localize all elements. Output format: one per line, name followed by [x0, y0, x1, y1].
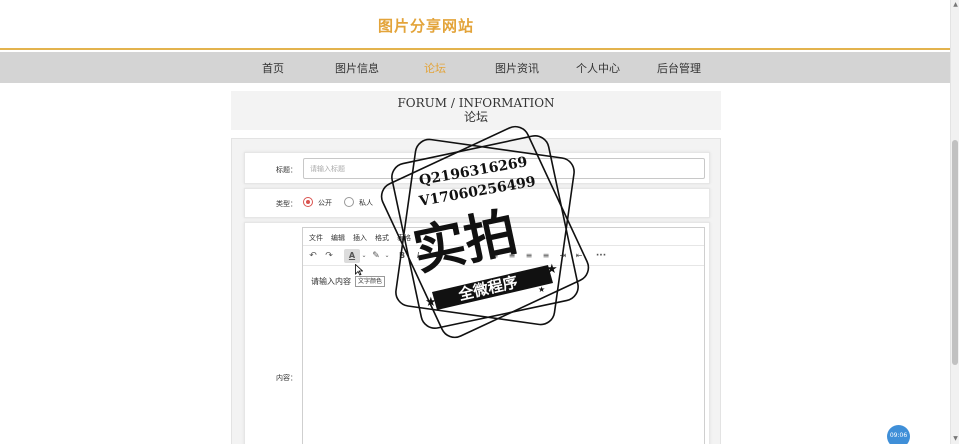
rich-text-editor: 文件 编辑 插入 格式 表格 ↶ ↷ A ⌄ ✎ ⌄ B I ≡ ≡ ≡ ≡ ⇥: [302, 227, 705, 444]
indent-icon[interactable]: ⇥: [557, 249, 569, 263]
align-center-icon[interactable]: ≡: [506, 249, 518, 263]
redo-icon[interactable]: ↷: [323, 249, 335, 263]
editor-toolbar: ↶ ↷ A ⌄ ✎ ⌄ B I ≡ ≡ ≡ ≡ ⇥ ⇤ ···: [303, 246, 704, 266]
chevron-down-icon[interactable]: ⌄: [384, 249, 390, 263]
nav-item-admin[interactable]: 后台管理: [657, 60, 701, 76]
site-header: 图片分享网站: [0, 0, 950, 50]
nav-item-forum[interactable]: 论坛: [424, 60, 446, 76]
section-title-en: FORUM / INFORMATION: [397, 96, 555, 110]
radio-public[interactable]: [303, 197, 313, 207]
clock-badge[interactable]: 09:06: [887, 425, 910, 444]
menu-insert[interactable]: 插入: [353, 233, 367, 243]
menu-format[interactable]: 格式: [375, 233, 389, 243]
editor-placeholder: 请输入内容: [311, 277, 351, 286]
nav-item-home[interactable]: 首页: [262, 60, 284, 76]
type-label: 类型：: [276, 200, 297, 208]
align-right-icon[interactable]: ≡: [523, 249, 535, 263]
type-row: 类型： 公开 私人: [244, 188, 710, 218]
section-title-cn: 论坛: [463, 110, 488, 124]
mouse-cursor-icon: [355, 264, 363, 276]
title-row: 标题：: [244, 152, 710, 184]
menu-edit[interactable]: 编辑: [331, 233, 345, 243]
content-row: 内容： 文件 编辑 插入 格式 表格 ↶ ↷ A ⌄ ✎ ⌄ B I ≡ ≡ ≡: [244, 222, 710, 444]
nav-item-profile[interactable]: 个人中心: [576, 60, 620, 76]
menu-table[interactable]: 表格: [397, 233, 411, 243]
bold-icon[interactable]: B: [397, 249, 407, 263]
page-scrollbar[interactable]: ▲ ▼: [950, 0, 959, 444]
nav-item-pictures[interactable]: 图片信息: [335, 60, 379, 76]
site-title[interactable]: 图片分享网站: [378, 15, 474, 36]
scroll-thumb[interactable]: [952, 140, 958, 365]
title-input[interactable]: [303, 158, 705, 179]
radio-private[interactable]: [344, 197, 354, 207]
forum-post-form: 标题： 类型： 公开 私人 内容： 文件 编辑 插入 格式 表格 ↶ ↷ A ⌄…: [231, 138, 721, 444]
nav-item-news[interactable]: 图片资讯: [495, 60, 539, 76]
nav-bar: 首页 图片信息 论坛 图片资讯 个人中心 后台管理: [0, 52, 950, 83]
italic-icon[interactable]: I: [413, 249, 423, 263]
undo-icon[interactable]: ↶: [307, 249, 319, 263]
scroll-up-arrow-icon[interactable]: ▲: [952, 1, 959, 9]
title-label: 标题：: [276, 166, 297, 174]
menu-file[interactable]: 文件: [309, 233, 323, 243]
content-label: 内容：: [276, 374, 297, 382]
editor-content-area[interactable]: 请输入内容 文字颜色: [303, 264, 704, 444]
align-justify-icon[interactable]: ≡: [540, 249, 552, 263]
radio-public-label[interactable]: 公开: [318, 198, 332, 208]
outdent-icon[interactable]: ⇤: [573, 249, 585, 263]
chevron-down-icon[interactable]: ⌄: [361, 249, 367, 263]
align-left-icon[interactable]: ≡: [489, 249, 501, 263]
editor-menubar: 文件 编辑 插入 格式 表格: [303, 228, 704, 246]
section-heading: FORUM / INFORMATION 论坛: [231, 91, 721, 130]
text-color-tooltip: 文字颜色: [355, 276, 386, 287]
text-color-icon[interactable]: A: [344, 249, 360, 263]
radio-private-label[interactable]: 私人: [359, 198, 373, 208]
highlight-icon[interactable]: ✎: [370, 249, 382, 263]
more-icon[interactable]: ···: [595, 249, 607, 263]
scroll-down-arrow-icon[interactable]: ▼: [952, 435, 959, 443]
